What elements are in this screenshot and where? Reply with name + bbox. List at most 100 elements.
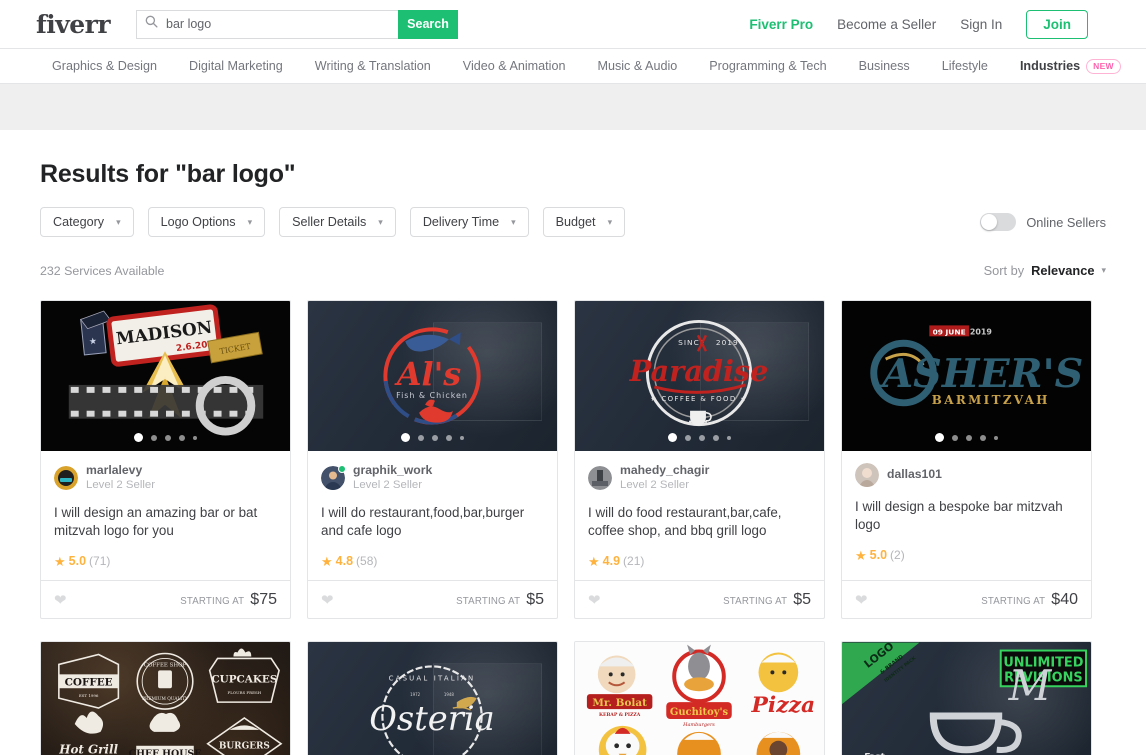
- carousel-dot[interactable]: [134, 433, 143, 442]
- carousel-dot[interactable]: [699, 434, 705, 441]
- seller-name[interactable]: marlalevy: [86, 463, 155, 478]
- svg-text:Mr. Bolat: Mr. Bolat: [592, 697, 647, 709]
- paradise-logo-art: SINCE 2019 Paradise ★ COFFEE & FOOD ★: [629, 319, 769, 427]
- site-header: fiverr Search Fiverr Pro Become a Seller…: [0, 0, 1146, 49]
- carousel-dot[interactable]: [193, 435, 197, 440]
- gig-card[interactable]: Mr. Bolat KEBAP & PIZZA Guchitoy's Hambu…: [574, 641, 825, 755]
- results-content: Results for "bar logo" Category ▾ Logo O…: [0, 160, 1146, 755]
- gig-thumbnail[interactable]: LOGO & BRAND IDENTITY PACK UNLIMITED REV…: [842, 642, 1091, 755]
- seller-level: Level 2 Seller: [86, 479, 156, 492]
- carousel-dot[interactable]: [151, 434, 157, 441]
- filter-delivery-time[interactable]: Delivery Time ▾: [409, 207, 529, 237]
- gig-thumbnail-art: COFFEE EST 1996 COFFEE SHOP PREMIUM QUAL…: [41, 642, 290, 755]
- carousel-dot[interactable]: [980, 434, 986, 441]
- carousel-dot[interactable]: [165, 434, 171, 441]
- nav-item-programming-tech[interactable]: Programming & Tech: [693, 59, 842, 73]
- gig-card[interactable]: COFFEE EST 1996 COFFEE SHOP PREMIUM QUAL…: [40, 641, 291, 755]
- gig-card[interactable]: SINCE 2019 Paradise ★ COFFEE & FOOD ★ ma…: [574, 300, 825, 620]
- nav-item-industries[interactable]: Industries NEW: [1004, 58, 1121, 74]
- carousel-dot[interactable]: [179, 434, 185, 441]
- avatar[interactable]: [855, 463, 879, 487]
- seller-name[interactable]: mahedy_chagir: [620, 463, 709, 478]
- gig-thumbnail[interactable]: Mr. Bolat KEBAP & PIZZA Guchitoy's Hambu…: [575, 642, 824, 755]
- gig-thumbnail[interactable]: COFFEE EST 1996 COFFEE SHOP PREMIUM QUAL…: [41, 642, 290, 755]
- heart-icon[interactable]: ❤: [321, 591, 334, 609]
- search-button[interactable]: Search: [398, 9, 459, 39]
- gig-title[interactable]: I will do restaurant,food,bar,burger and…: [321, 504, 544, 540]
- nav-become-a-seller[interactable]: Become a Seller: [837, 17, 936, 32]
- filter-seller-details[interactable]: Seller Details ▾: [279, 207, 396, 237]
- nav-sign-in[interactable]: Sign In: [960, 17, 1002, 32]
- nav-fiverr-pro[interactable]: Fiverr Pro: [749, 17, 813, 32]
- carousel-dot[interactable]: [994, 435, 998, 440]
- carousel-dots[interactable]: [575, 433, 824, 442]
- nav-item-lifestyle[interactable]: Lifestyle: [926, 59, 1004, 73]
- seller-name[interactable]: graphik_work: [353, 463, 432, 478]
- filter-logo-options[interactable]: Logo Options ▾: [147, 207, 266, 237]
- gig-card[interactable]: CASUAL ITALIAN Osteria CRAFT COCKTAILS 1…: [307, 641, 558, 755]
- seller-info[interactable]: mahedy_chagir Level 2 Seller: [588, 463, 811, 493]
- carousel-dot[interactable]: [418, 434, 424, 441]
- gig-thumbnail[interactable]: CASUAL ITALIAN Osteria CRAFT COCKTAILS 1…: [308, 642, 557, 755]
- svg-text:Hamburgers: Hamburgers: [682, 722, 715, 728]
- carousel-dot[interactable]: [685, 434, 691, 441]
- svg-text:Paradise: Paradise: [629, 354, 769, 388]
- carousel-dot[interactable]: [446, 434, 452, 441]
- gig-card-footer: ❤ STARTING AT $5: [308, 580, 557, 618]
- search-input-wrapper[interactable]: [136, 9, 399, 39]
- heart-icon[interactable]: ❤: [588, 591, 601, 609]
- gig-title[interactable]: I will design a bespoke bar mitzvah logo: [855, 498, 1078, 534]
- carousel-dot[interactable]: [432, 434, 438, 441]
- nav-item-writing-translation[interactable]: Writing & Translation: [299, 59, 447, 73]
- carousel-dots[interactable]: [842, 433, 1091, 442]
- seller-info[interactable]: dallas101: [855, 463, 1078, 487]
- carousel-dot[interactable]: [952, 434, 958, 441]
- filter-category-label: Category: [53, 215, 105, 229]
- gig-thumbnail[interactable]: Al's Fish & Chicken: [308, 301, 557, 451]
- nav-item-business[interactable]: Business: [843, 59, 926, 73]
- carousel-dot[interactable]: [460, 435, 464, 440]
- svg-text:2019: 2019: [716, 338, 739, 347]
- seller-info[interactable]: graphik_work Level 2 Seller: [321, 463, 544, 493]
- avatar[interactable]: [321, 465, 346, 491]
- fiverr-logo[interactable]: fiverr: [36, 10, 111, 39]
- sort-control[interactable]: Sort by Relevance ▾: [984, 263, 1106, 278]
- carousel-dots[interactable]: [308, 433, 557, 442]
- heart-icon[interactable]: ❤: [855, 591, 868, 609]
- search-input[interactable]: [164, 16, 391, 32]
- nav-item-graphics-design[interactable]: Graphics & Design: [36, 59, 173, 73]
- gig-card[interactable]: Al's Fish & Chicken graphik_work Level 2…: [307, 300, 558, 620]
- seller-info[interactable]: marlalevy Level 2 Seller: [54, 463, 277, 493]
- nav-item-music-audio[interactable]: Music & Audio: [581, 59, 693, 73]
- carousel-dots[interactable]: [41, 433, 290, 442]
- gig-thumbnail[interactable]: ★ MADISON 2.6.20 TICKET: [41, 301, 290, 451]
- heart-icon[interactable]: ❤: [54, 591, 67, 609]
- avatar[interactable]: [588, 466, 612, 491]
- gig-title[interactable]: I will design an amazing bar or bat mitz…: [54, 504, 277, 540]
- carousel-dot[interactable]: [713, 434, 719, 441]
- carousel-dot[interactable]: [668, 433, 677, 442]
- carousel-dot[interactable]: [935, 433, 944, 442]
- nav-item-video-animation[interactable]: Video & Animation: [447, 59, 582, 73]
- gig-card[interactable]: LOGO & BRAND IDENTITY PACK UNLIMITED REV…: [841, 641, 1092, 755]
- gig-card[interactable]: 09 JUNE 2019 ASHER'S BARMITZVAH dallas10…: [841, 300, 1092, 620]
- gig-thumbnail[interactable]: 09 JUNE 2019 ASHER'S BARMITZVAH: [842, 301, 1091, 451]
- svg-text:1972: 1972: [410, 692, 421, 697]
- filter-budget[interactable]: Budget ▾: [542, 207, 626, 237]
- avatar[interactable]: [54, 466, 78, 491]
- starting-at-label: STARTING AT: [723, 595, 788, 607]
- nav-item-digital-marketing[interactable]: Digital Marketing: [173, 59, 299, 73]
- carousel-dot[interactable]: [401, 433, 410, 442]
- seller-name[interactable]: dallas101: [887, 467, 942, 482]
- gig-card[interactable]: ★ MADISON 2.6.20 TICKET marlalevy Level …: [40, 300, 291, 620]
- join-button[interactable]: Join: [1026, 9, 1088, 39]
- gig-grid-row-1: ★ MADISON 2.6.20 TICKET marlalevy Level …: [40, 300, 1106, 620]
- carousel-dot[interactable]: [727, 435, 731, 440]
- filter-category[interactable]: Category ▾: [40, 207, 134, 237]
- gig-thumbnail[interactable]: SINCE 2019 Paradise ★ COFFEE & FOOD ★: [575, 301, 824, 451]
- price-amount: $75: [250, 590, 277, 608]
- gig-title[interactable]: I will do food restaurant,bar,cafe, coff…: [588, 504, 811, 540]
- rating-count: (21): [623, 554, 645, 569]
- online-sellers-toggle[interactable]: [980, 213, 1017, 231]
- carousel-dot[interactable]: [966, 434, 972, 441]
